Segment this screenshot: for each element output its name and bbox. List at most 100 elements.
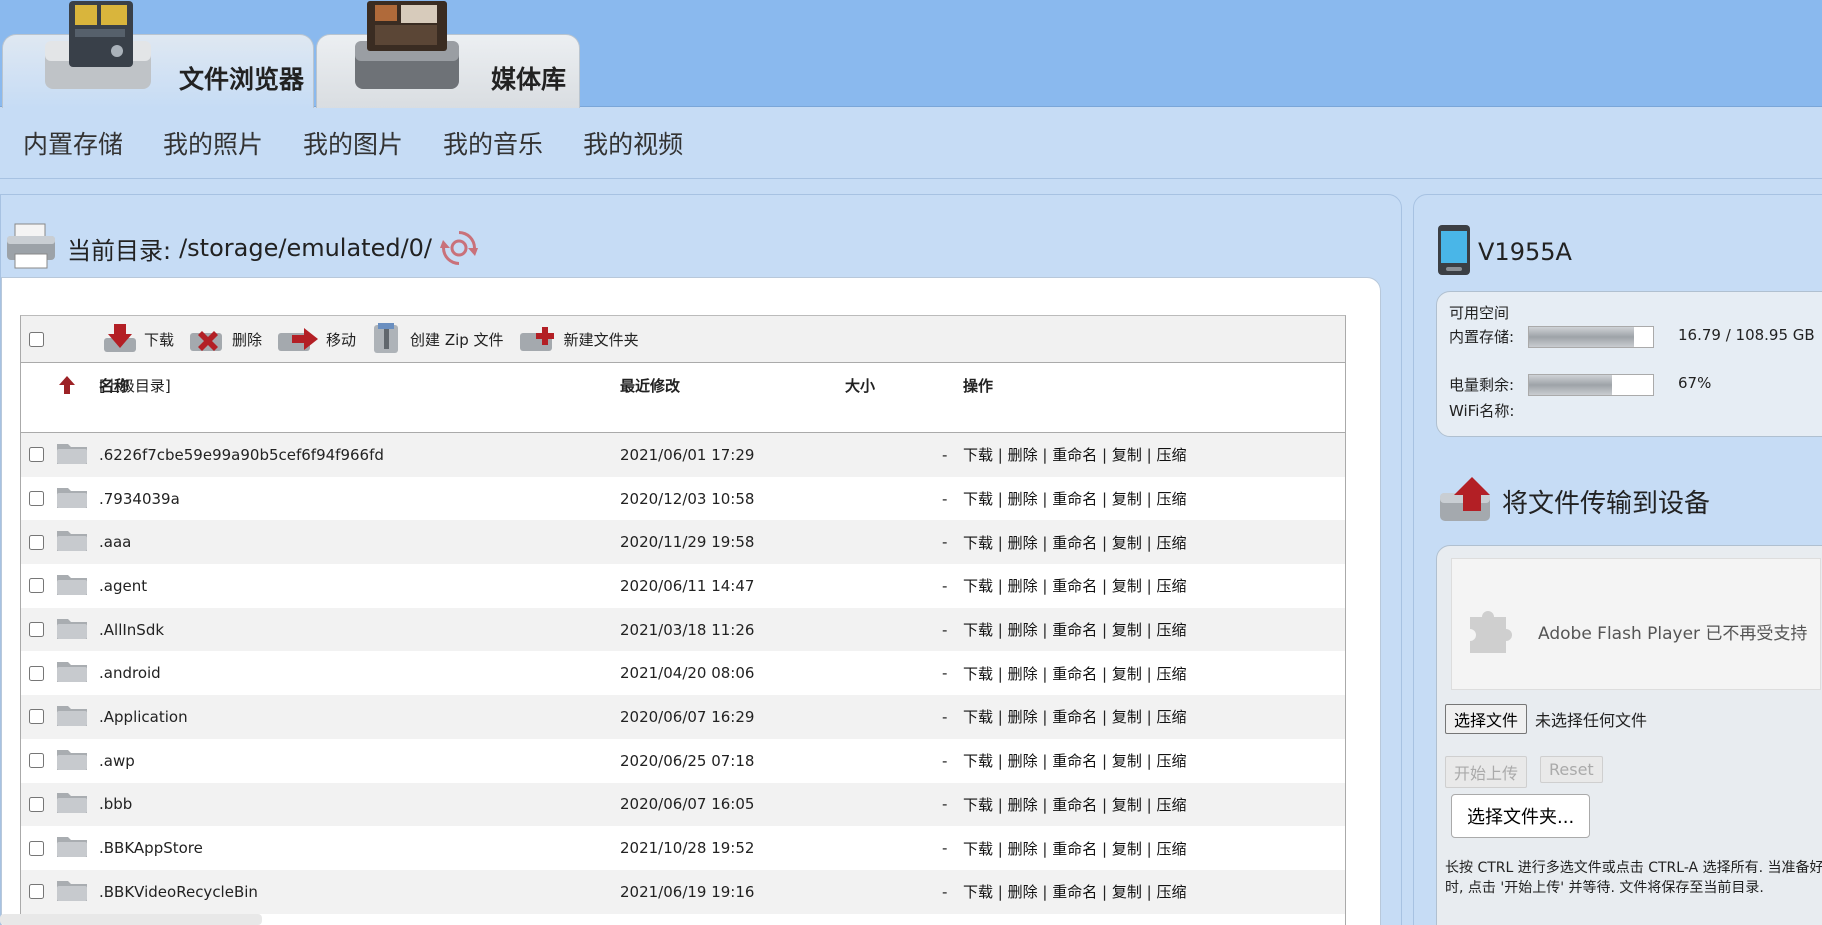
nav-my-music[interactable]: 我的音乐 bbox=[443, 125, 543, 161]
file-name[interactable]: .android bbox=[99, 664, 161, 682]
row-action-1[interactable]: 删除 bbox=[1008, 490, 1038, 508]
table-row[interactable]: .awp 2020/06/25 07:18 - 下载 | 删除 | 重命名 | 复制 … bbox=[21, 738, 1345, 783]
col-size[interactable]: 大小 bbox=[845, 375, 875, 396]
reset-button[interactable]: Reset bbox=[1540, 756, 1603, 783]
nav-my-pictures[interactable]: 我的图片 bbox=[303, 125, 403, 161]
row-action-0[interactable]: 下载 bbox=[963, 577, 993, 595]
file-name[interactable]: .BBKAppStore bbox=[99, 839, 203, 857]
row-action-4[interactable]: 压缩 bbox=[1156, 708, 1186, 726]
delete-button[interactable]: 删除 bbox=[188, 325, 262, 353]
row-action-3[interactable]: 复制 bbox=[1112, 796, 1142, 814]
row-checkbox[interactable] bbox=[29, 709, 44, 725]
row-action-3[interactable]: 复制 bbox=[1112, 621, 1142, 639]
file-name[interactable]: .AllInSdk bbox=[99, 621, 164, 639]
row-action-0[interactable]: 下载 bbox=[963, 708, 993, 726]
row-action-1[interactable]: 删除 bbox=[1008, 446, 1038, 464]
col-modified[interactable]: 最近修改 bbox=[620, 375, 680, 396]
nav-internal-storage[interactable]: 内置存储 bbox=[23, 125, 123, 161]
file-name[interactable]: .7934039a bbox=[99, 490, 180, 508]
row-action-4[interactable]: 压缩 bbox=[1156, 883, 1186, 901]
row-action-4[interactable]: 压缩 bbox=[1156, 621, 1186, 639]
table-row[interactable]: .BBKAppStore 2021/10/28 19:52 - 下载 | 删除 | 重… bbox=[21, 826, 1345, 870]
row-action-3[interactable]: 复制 bbox=[1112, 752, 1142, 770]
file-name[interactable]: .bbb bbox=[99, 795, 132, 813]
row-action-4[interactable]: 压缩 bbox=[1156, 534, 1186, 552]
start-upload-button[interactable]: 开始上传 bbox=[1445, 756, 1528, 788]
file-name[interactable]: .awp bbox=[99, 752, 135, 770]
table-row[interactable]: .6226f7cbe59e99a90b5cef6f94f966fd 2021/06… bbox=[21, 433, 1345, 477]
row-action-2[interactable]: 重命名 bbox=[1052, 752, 1097, 770]
choose-folder-button[interactable]: 选择文件夹... bbox=[1451, 794, 1591, 838]
row-action-3[interactable]: 复制 bbox=[1112, 446, 1142, 464]
row-action-0[interactable]: 下载 bbox=[963, 840, 993, 858]
file-name[interactable]: .6226f7cbe59e99a90b5cef6f94f966fd bbox=[99, 446, 384, 464]
row-checkbox[interactable] bbox=[29, 753, 44, 769]
row-action-4[interactable]: 压缩 bbox=[1156, 840, 1186, 858]
row-action-2[interactable]: 重命名 bbox=[1052, 490, 1097, 508]
horizontal-scrollbar[interactable] bbox=[0, 914, 262, 925]
table-row[interactable]: .BBKVideoRecycleBin 2021/06/19 19:16 - 下载 |… bbox=[21, 869, 1345, 914]
row-action-0[interactable]: 下载 bbox=[963, 490, 993, 508]
refresh-icon[interactable] bbox=[440, 229, 479, 267]
row-action-2[interactable]: 重命名 bbox=[1052, 577, 1097, 595]
up-arrow-icon[interactable] bbox=[57, 375, 77, 399]
file-name[interactable]: .Application bbox=[99, 708, 188, 726]
file-name[interactable]: .agent bbox=[99, 577, 147, 595]
row-action-1[interactable]: 删除 bbox=[1008, 534, 1038, 552]
row-action-2[interactable]: 重命名 bbox=[1052, 796, 1097, 814]
table-row[interactable]: .aaa 2020/11/29 19:58 - 下载 | 删除 | 重命名 | 复制 … bbox=[21, 520, 1345, 565]
row-action-1[interactable]: 删除 bbox=[1008, 883, 1038, 901]
file-name[interactable]: .aaa bbox=[99, 533, 131, 551]
row-checkbox[interactable] bbox=[29, 534, 44, 550]
table-row[interactable]: .Application 2020/06/07 16:29 - 下载 | 删除 | 重… bbox=[21, 695, 1345, 739]
row-action-3[interactable]: 复制 bbox=[1112, 708, 1142, 726]
row-checkbox[interactable] bbox=[29, 622, 44, 638]
row-action-0[interactable]: 下载 bbox=[963, 883, 993, 901]
row-action-4[interactable]: 压缩 bbox=[1156, 446, 1186, 464]
row-action-0[interactable]: 下载 bbox=[963, 665, 993, 683]
row-action-1[interactable]: 删除 bbox=[1008, 840, 1038, 858]
row-action-2[interactable]: 重命名 bbox=[1052, 840, 1097, 858]
row-checkbox[interactable] bbox=[29, 447, 44, 463]
table-row[interactable]: .AllInSdk 2021/03/18 11:26 - 下载 | 删除 | 重命名 … bbox=[21, 607, 1345, 652]
table-row[interactable]: .7934039a 2020/12/03 10:58 - 下载 | 删除 | 重命名 … bbox=[21, 476, 1345, 521]
row-checkbox[interactable] bbox=[29, 796, 44, 812]
tab-media-library[interactable]: 媒体库 bbox=[316, 1, 580, 108]
row-action-1[interactable]: 删除 bbox=[1008, 796, 1038, 814]
row-action-0[interactable]: 下载 bbox=[963, 621, 993, 639]
select-all-checkbox[interactable] bbox=[29, 331, 44, 347]
row-checkbox[interactable] bbox=[29, 578, 44, 594]
row-action-4[interactable]: 压缩 bbox=[1156, 577, 1186, 595]
row-action-0[interactable]: 下载 bbox=[963, 446, 993, 464]
row-action-0[interactable]: 下载 bbox=[963, 752, 993, 770]
row-action-4[interactable]: 压缩 bbox=[1156, 796, 1186, 814]
move-button[interactable]: 移动 bbox=[276, 325, 356, 353]
row-action-2[interactable]: 重命名 bbox=[1052, 883, 1097, 901]
row-action-1[interactable]: 删除 bbox=[1008, 708, 1038, 726]
table-row[interactable]: .bbb 2020/06/07 16:05 - 下载 | 删除 | 重命名 | 复制 … bbox=[21, 782, 1345, 827]
row-action-3[interactable]: 复制 bbox=[1112, 665, 1142, 683]
choose-file-button[interactable]: 选择文件 bbox=[1445, 704, 1528, 734]
row-action-2[interactable]: 重命名 bbox=[1052, 621, 1097, 639]
row-checkbox[interactable] bbox=[29, 840, 44, 856]
row-checkbox[interactable] bbox=[29, 491, 44, 507]
create-zip-button[interactable]: 创建 Zip 文件 bbox=[370, 323, 504, 355]
row-action-4[interactable]: 压缩 bbox=[1156, 665, 1186, 683]
row-action-2[interactable]: 重命名 bbox=[1052, 534, 1097, 552]
row-action-4[interactable]: 压缩 bbox=[1156, 490, 1186, 508]
row-action-2[interactable]: 重命名 bbox=[1052, 665, 1097, 683]
row-action-3[interactable]: 复制 bbox=[1112, 490, 1142, 508]
row-action-1[interactable]: 删除 bbox=[1008, 621, 1038, 639]
row-action-3[interactable]: 复制 bbox=[1112, 840, 1142, 858]
table-row[interactable]: .agent 2020/06/11 14:47 - 下载 | 删除 | 重命名 | 复… bbox=[21, 564, 1345, 608]
tab-file-browser[interactable]: 文件浏览器 bbox=[2, 1, 314, 108]
download-button[interactable]: 下载 bbox=[102, 324, 174, 354]
row-action-4[interactable]: 压缩 bbox=[1156, 752, 1186, 770]
row-action-2[interactable]: 重命名 bbox=[1052, 708, 1097, 726]
row-action-1[interactable]: 删除 bbox=[1008, 665, 1038, 683]
row-checkbox[interactable] bbox=[29, 884, 44, 900]
row-action-0[interactable]: 下载 bbox=[963, 796, 993, 814]
row-action-0[interactable]: 下载 bbox=[963, 534, 993, 552]
row-checkbox[interactable] bbox=[29, 665, 44, 681]
new-folder-button[interactable]: 新建文件夹 bbox=[518, 325, 639, 353]
